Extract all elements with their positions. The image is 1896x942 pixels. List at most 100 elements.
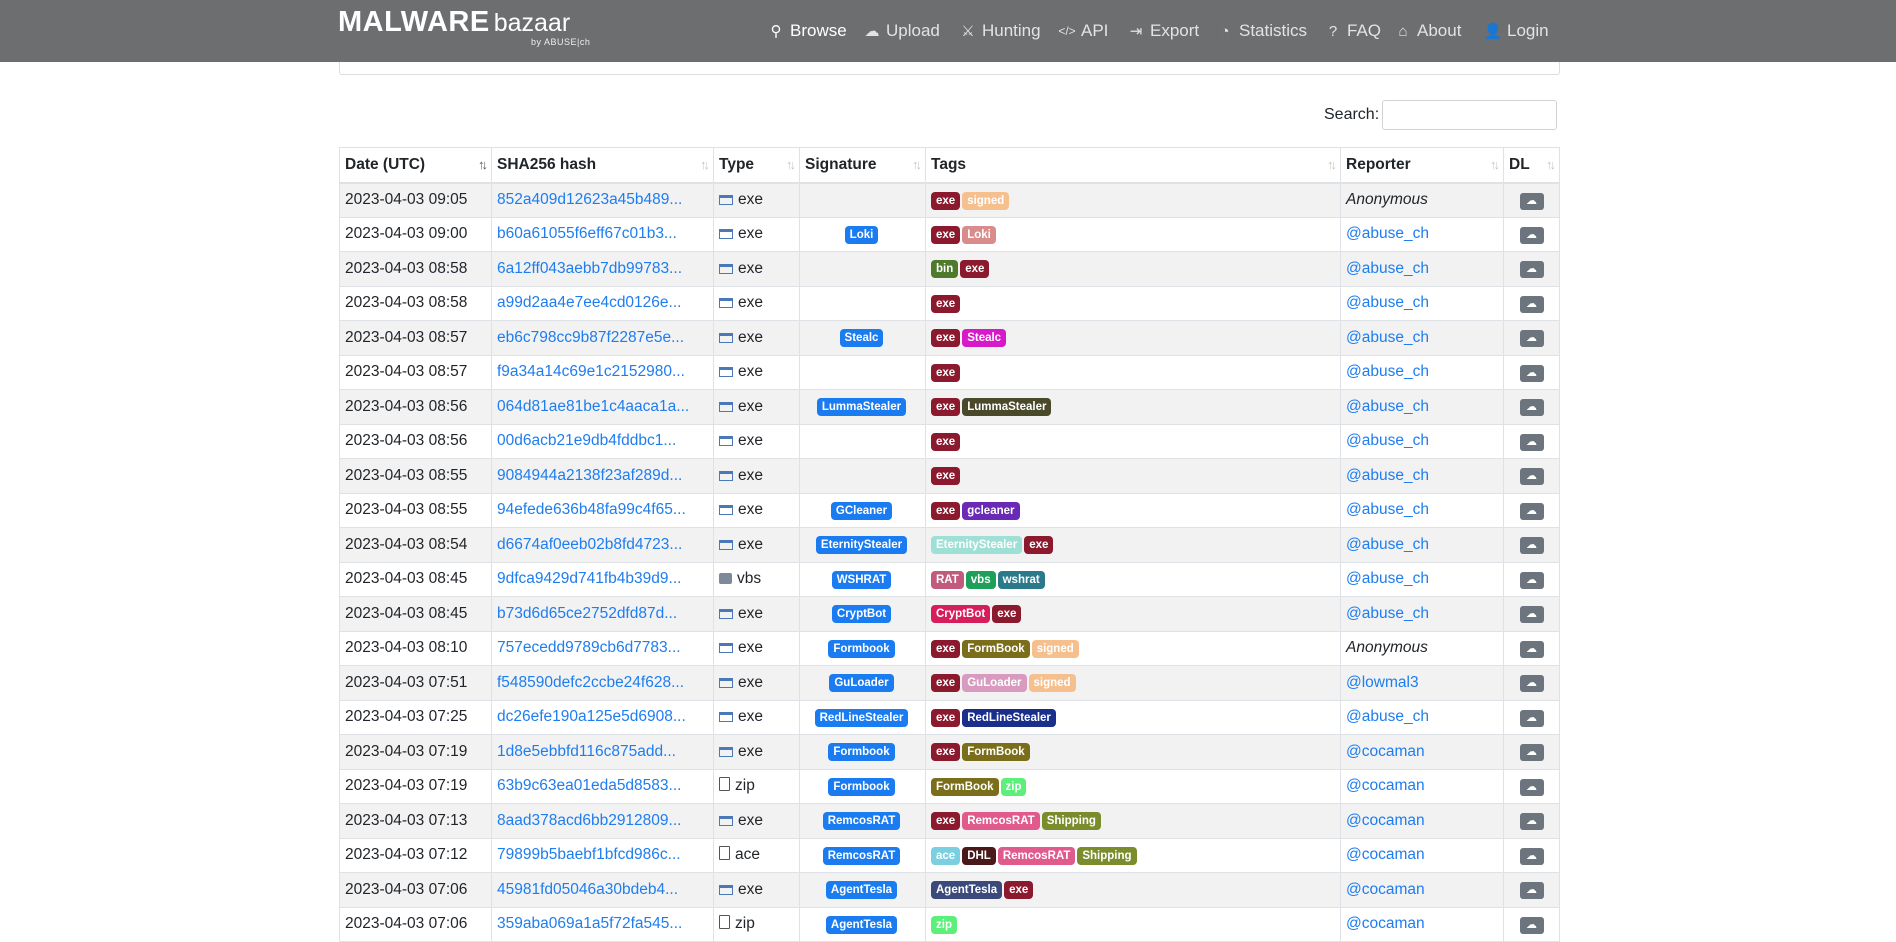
tag-badge[interactable]: LummaStealer [962,398,1052,417]
signature-badge[interactable]: Formbook [828,639,895,658]
tag-badge[interactable]: wshrat [997,570,1045,589]
tag-badge[interactable]: exe [931,812,961,831]
hash-link[interactable]: 9dfca9429d741fb4b39d9... [497,570,681,587]
tag-badge[interactable]: RedLineStealer [962,708,1056,727]
signature-badge[interactable]: AgentTesla [825,881,898,900]
nav-upload[interactable]: ☁ Upload [862,0,940,62]
hash-link[interactable]: 00d6acb21e9db4fddbc1... [497,432,676,449]
tag-badge[interactable]: signed [1028,674,1076,693]
tag-badge[interactable]: exe [931,501,961,520]
signature-badge[interactable]: AgentTesla [825,915,898,934]
reporter-link[interactable]: @abuse_ch [1346,260,1429,277]
nav-browse[interactable]: ⚲ Browse [766,0,847,62]
reporter-link[interactable]: @abuse_ch [1346,536,1429,553]
hash-link[interactable]: d6674af0eeb02b8fd4723... [497,536,682,553]
nav-api[interactable]: </> API [1057,0,1108,62]
reporter-link[interactable]: @cocaman [1346,777,1425,794]
tag-badge[interactable]: exe [931,225,961,244]
reporter-link[interactable]: @abuse_ch [1346,605,1429,622]
tag-badge[interactable]: exe [931,674,961,693]
tag-badge[interactable]: exe [931,639,961,658]
download-icon[interactable]: ☁ [1519,502,1544,520]
tag-badge[interactable]: exe [931,432,961,451]
hash-link[interactable]: 6a12ff043aebb7db99783... [497,260,682,277]
reporter-link[interactable]: @cocaman [1346,812,1425,829]
tag-badge[interactable]: Shipping [1041,812,1101,831]
tag-badge[interactable]: RemcosRAT [997,846,1076,865]
reporter-link[interactable]: @cocaman [1346,915,1425,932]
tag-badge[interactable]: gcleaner [962,501,1020,520]
reporter-link[interactable]: @abuse_ch [1346,432,1429,449]
hash-link[interactable]: 9084944a2138f23af289d... [497,467,682,484]
tag-badge[interactable]: exe [931,398,961,417]
column-header-sha256-hash[interactable]: SHA256 hash ↑↓ [491,147,714,184]
hash-link[interactable]: b60a61055f6eff67c01b3... [497,225,677,242]
download-icon[interactable]: ☁ [1519,399,1544,417]
hash-link[interactable]: 8aad378acd6bb2912809... [497,812,681,829]
download-icon[interactable]: ☁ [1519,192,1544,210]
hash-link[interactable]: 1d8e5ebbfd116c875add... [497,743,676,760]
nav-export[interactable]: ⇥ Export [1126,0,1199,62]
tag-badge[interactable]: signed [962,191,1010,210]
signature-badge[interactable]: Loki [844,225,879,244]
hash-link[interactable]: 064d81ae81be1c4aaca1a... [497,398,689,415]
reporter-link[interactable]: @abuse_ch [1346,398,1429,415]
tag-badge[interactable]: exe [931,329,961,348]
tag-badge[interactable]: exe [931,363,961,382]
reporter-link[interactable]: @abuse_ch [1346,501,1429,518]
signature-badge[interactable]: RemcosRAT [822,846,901,865]
reporter-link[interactable]: @abuse_ch [1346,294,1429,311]
download-icon[interactable]: ☁ [1519,813,1544,831]
nav-about[interactable]: ⌂ About [1393,0,1461,62]
tag-badge[interactable]: exe [931,743,961,762]
hash-link[interactable]: 45981fd05046a30bdeb4... [497,881,678,898]
signature-badge[interactable]: LummaStealer [816,398,907,417]
reporter-link[interactable]: @lowmal3 [1346,674,1419,691]
download-icon[interactable]: ☁ [1519,606,1544,624]
hash-link[interactable]: 757ecedd9789cb6d7783... [497,639,681,656]
reporter-link[interactable]: @cocaman [1346,846,1425,863]
download-icon[interactable]: ☁ [1519,261,1544,279]
hash-link[interactable]: f548590defc2ccbe24f628... [497,674,684,691]
tag-badge[interactable]: ace [931,846,961,865]
tag-badge[interactable]: exe [1024,536,1054,555]
tag-badge[interactable]: Stealc [962,329,1007,348]
tag-badge[interactable]: FormBook [931,777,999,796]
search-input[interactable] [1382,100,1557,130]
tag-badge[interactable]: bin [931,260,959,279]
reporter-link[interactable]: @abuse_ch [1346,225,1429,242]
column-header-reporter[interactable]: Reporter ↑↓ [1340,147,1504,184]
signature-badge[interactable]: Stealc [839,329,884,348]
hash-link[interactable]: 94efede636b48fa99c4f65... [497,501,686,518]
malwarebazaar-logo[interactable]: MALWARE bazaar by ABUSE|ch [338,6,590,47]
download-icon[interactable]: ☁ [1519,709,1544,727]
signature-badge[interactable]: EternityStealer [815,536,908,555]
reporter-link[interactable]: @abuse_ch [1346,329,1429,346]
download-icon[interactable]: ☁ [1519,882,1544,900]
reporter-link[interactable]: @abuse_ch [1346,570,1429,587]
tag-badge[interactable]: zip [1000,777,1027,796]
tag-badge[interactable]: GuLoader [962,674,1027,693]
signature-badge[interactable]: Formbook [828,743,895,762]
signature-badge[interactable]: RemcosRAT [822,812,901,831]
tag-badge[interactable]: zip [931,915,957,934]
tag-badge[interactable]: EternityStealer [931,536,1023,555]
download-icon[interactable]: ☁ [1519,433,1544,451]
tag-badge[interactable]: vbs [965,570,996,589]
hash-link[interactable]: 79899b5baebf1bfcd986c... [497,846,681,863]
nav-faq[interactable]: ? FAQ [1323,0,1381,62]
tag-badge[interactable]: exe [931,294,961,313]
download-icon[interactable]: ☁ [1519,571,1544,589]
hash-link[interactable]: b73d6d65ce2752dfd87d... [497,605,677,622]
hash-link[interactable]: dc26efe190a125e5d6908... [497,708,686,725]
signature-badge[interactable]: GuLoader [829,674,894,693]
tag-badge[interactable]: FormBook [962,743,1030,762]
hash-link[interactable]: 63b9c63ea01eda5d8583... [497,777,681,794]
download-icon[interactable]: ☁ [1519,640,1544,658]
reporter-link[interactable]: @cocaman [1346,881,1425,898]
signature-badge[interactable]: WSHRAT [831,570,892,589]
download-icon[interactable]: ☁ [1519,364,1544,382]
hash-link[interactable]: 359aba069a1a5f72fa545... [497,915,682,932]
nav-statistics[interactable]: ◔ Statistics [1215,0,1307,62]
hash-link[interactable]: a99d2aa4e7ee4cd0126e... [497,294,681,311]
